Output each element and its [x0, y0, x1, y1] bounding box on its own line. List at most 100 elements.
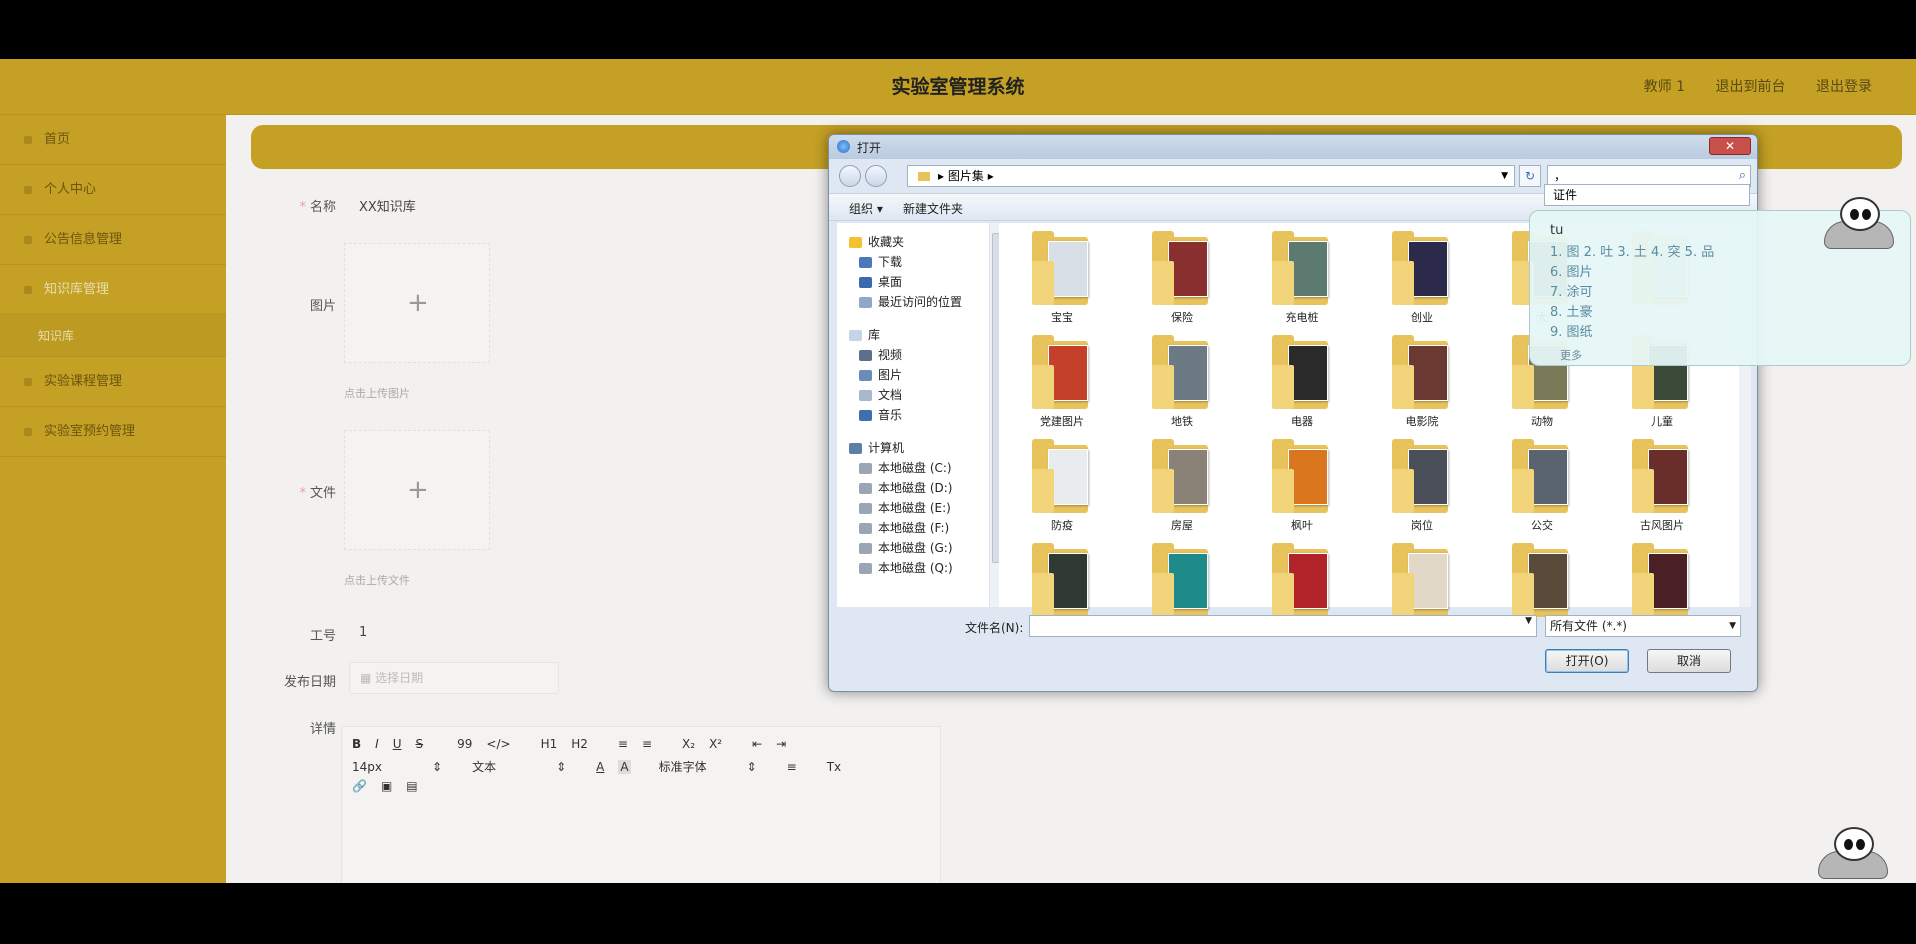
- close-button[interactable]: ✕: [1709, 137, 1751, 155]
- header-select[interactable]: 文本: [472, 758, 496, 775]
- sidebar-item-home[interactable]: 首页: [0, 115, 226, 165]
- tree-item[interactable]: 本地磁盘 (Q:): [859, 559, 953, 576]
- cancel-button[interactable]: 取消: [1647, 649, 1731, 673]
- refresh-button[interactable]: ↻: [1519, 165, 1541, 187]
- tree-item[interactable]: 计算机: [849, 439, 904, 456]
- folder-item[interactable]: 创业: [1377, 231, 1467, 325]
- tree-item[interactable]: 本地磁盘 (C:): [859, 459, 952, 476]
- image-button[interactable]: ▣: [381, 779, 392, 793]
- sidebar-item-notices[interactable]: 公告信息管理: [0, 215, 226, 265]
- ime-candidate[interactable]: 6. 图片: [1550, 261, 1593, 280]
- folder-item[interactable]: [1257, 543, 1347, 621]
- folder-item[interactable]: 枫叶: [1257, 439, 1347, 533]
- file-upload[interactable]: +: [344, 430, 490, 550]
- tree-item[interactable]: 本地磁盘 (E:): [859, 499, 951, 516]
- address-dropdown-icon[interactable]: ▼: [1501, 166, 1508, 186]
- address-bar[interactable]: ▸ 图片集 ▸ ▼: [907, 165, 1515, 187]
- superscript-button[interactable]: X²: [709, 737, 722, 751]
- sidebar-subitem-knowledge[interactable]: 知识库: [0, 315, 226, 357]
- tree-item[interactable]: 库: [849, 326, 880, 343]
- tree-item[interactable]: 文档: [859, 386, 902, 403]
- filetype-select[interactable]: 所有文件 (*.*) ▼: [1545, 615, 1741, 637]
- align-button[interactable]: ≡: [787, 760, 797, 774]
- indent-button[interactable]: ⇥: [776, 737, 786, 751]
- tree-item[interactable]: 本地磁盘 (F:): [859, 519, 949, 536]
- ime-candidate[interactable]: 9. 图纸: [1550, 321, 1593, 340]
- folder-item[interactable]: 电器: [1257, 335, 1347, 429]
- tree-item[interactable]: 本地磁盘 (D:): [859, 479, 952, 496]
- font-select[interactable]: 标准字体: [659, 758, 707, 775]
- folder-item[interactable]: 岗位: [1377, 439, 1467, 533]
- folder-item[interactable]: 防疫: [1017, 439, 1107, 533]
- job-field[interactable]: 1: [359, 625, 367, 640]
- folder-item[interactable]: 公交: [1497, 439, 1587, 533]
- forward-button[interactable]: [865, 165, 887, 187]
- address-chevron-icon[interactable]: ▸: [988, 169, 994, 183]
- rich-text-editor[interactable]: B I U S 99 </> H1 H2 ≡ ≡ X₂ X² ⇤ ⇥ 14px ⇕ 文本 ⇕ A A 标准字体 ⇕ ≡ Tx…: [341, 726, 941, 883]
- tree-item[interactable]: 收藏夹: [849, 233, 904, 250]
- folder-item[interactable]: [1137, 543, 1227, 621]
- quote-button[interactable]: 99: [457, 737, 472, 751]
- ime-more-button[interactable]: 更多: [1560, 347, 1582, 363]
- chevron-down-icon[interactable]: ▼: [1525, 616, 1532, 626]
- ordered-list-button[interactable]: ≡: [618, 737, 628, 751]
- folder-item[interactable]: 房屋: [1137, 439, 1227, 533]
- folder-item[interactable]: [1017, 543, 1107, 621]
- italic-button[interactable]: I: [375, 737, 379, 751]
- folder-item[interactable]: 党建图片: [1017, 335, 1107, 429]
- tree-item[interactable]: 本地磁盘 (G:): [859, 539, 953, 556]
- tree-item[interactable]: 音乐: [859, 406, 902, 423]
- outdent-button[interactable]: ⇤: [752, 737, 762, 751]
- date-picker[interactable]: ▦ 选择日期: [349, 662, 559, 694]
- font-color-button[interactable]: A: [596, 760, 604, 774]
- folder-item[interactable]: 充电桩: [1257, 231, 1347, 325]
- folder-item[interactable]: 宝宝: [1017, 231, 1107, 325]
- folder-item[interactable]: 电影院: [1377, 335, 1467, 429]
- address-segment[interactable]: 图片集: [948, 169, 984, 183]
- cat-mascot-icon[interactable]: [1808, 825, 1898, 881]
- size-select[interactable]: 14px: [352, 760, 382, 774]
- logout-link[interactable]: 退出登录: [1816, 79, 1872, 95]
- folder-item[interactable]: [1617, 543, 1707, 621]
- tree-item[interactable]: 下载: [859, 253, 902, 270]
- tree-item[interactable]: 桌面: [859, 273, 902, 290]
- sidebar-item-reservations[interactable]: 实验室预约管理: [0, 407, 226, 457]
- name-field[interactable]: XX知识库: [359, 196, 416, 215]
- strike-button[interactable]: S: [416, 737, 424, 751]
- image-upload[interactable]: +: [344, 243, 490, 363]
- bold-button[interactable]: B: [352, 737, 361, 751]
- bullet-list-button[interactable]: ≡: [642, 737, 652, 751]
- user-link[interactable]: 教师 1: [1644, 79, 1685, 95]
- folder-item[interactable]: [1497, 543, 1587, 621]
- subscript-button[interactable]: X₂: [682, 737, 695, 751]
- open-button[interactable]: 打开(O): [1545, 649, 1629, 673]
- underline-button[interactable]: U: [393, 737, 402, 751]
- filename-input[interactable]: ▼: [1029, 615, 1537, 637]
- tree-item[interactable]: 视频: [859, 346, 902, 363]
- folder-item[interactable]: 保险: [1137, 231, 1227, 325]
- folder-item[interactable]: [1377, 543, 1467, 621]
- sidebar-item-knowledge[interactable]: 知识库管理: [0, 265, 226, 315]
- autocomplete-suggestion[interactable]: 证件: [1544, 184, 1750, 206]
- dialog-titlebar[interactable]: 打开 ✕: [829, 135, 1757, 159]
- link-button[interactable]: 🔗: [352, 779, 367, 793]
- video-button[interactable]: ▤: [406, 779, 417, 793]
- background-color-button[interactable]: A: [618, 760, 631, 774]
- tree-item[interactable]: 最近访问的位置: [859, 293, 962, 310]
- folder-item[interactable]: 地铁: [1137, 335, 1227, 429]
- h1-button[interactable]: H1: [541, 737, 558, 751]
- sidebar-item-profile[interactable]: 个人中心: [0, 165, 226, 215]
- back-button[interactable]: [839, 165, 861, 187]
- clear-format-button[interactable]: Tx: [827, 760, 841, 774]
- h2-button[interactable]: H2: [571, 737, 588, 751]
- code-button[interactable]: </>: [486, 737, 510, 751]
- ime-candidate[interactable]: 1. 图 2. 吐 3. 土 4. 突 5. 品: [1550, 241, 1714, 260]
- ime-candidate[interactable]: 7. 涂可: [1550, 281, 1593, 300]
- new-folder-button[interactable]: 新建文件夹: [903, 200, 963, 217]
- ime-candidate[interactable]: 8. 土豪: [1550, 301, 1593, 320]
- tree-item[interactable]: 图片: [859, 366, 902, 383]
- front-link[interactable]: 退出到前台: [1716, 79, 1786, 95]
- folder-item[interactable]: 古风图片: [1617, 439, 1707, 533]
- organize-button[interactable]: 组织 ▾: [849, 200, 883, 217]
- sidebar-item-courses[interactable]: 实验课程管理: [0, 357, 226, 407]
